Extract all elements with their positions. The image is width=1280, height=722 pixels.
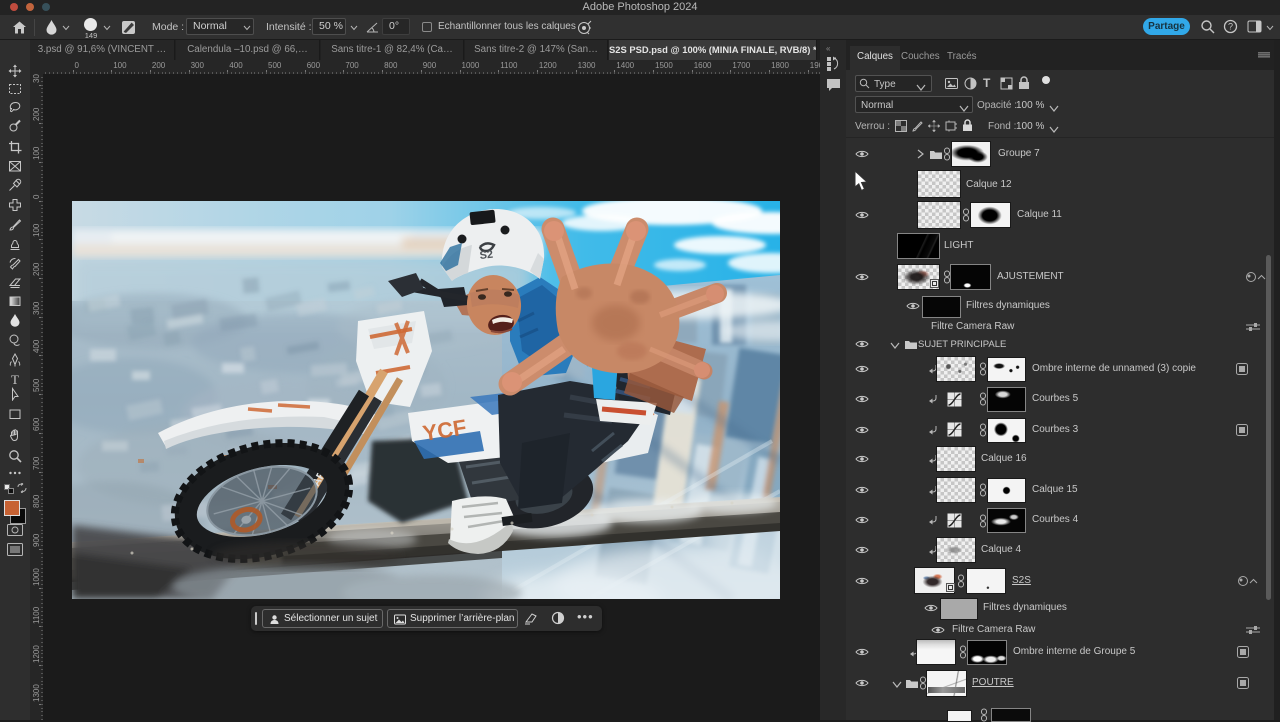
svg-text:S2: S2 — [479, 249, 494, 262]
svg-text:?: ? — [1228, 22, 1233, 32]
svg-text:T: T — [11, 372, 19, 386]
